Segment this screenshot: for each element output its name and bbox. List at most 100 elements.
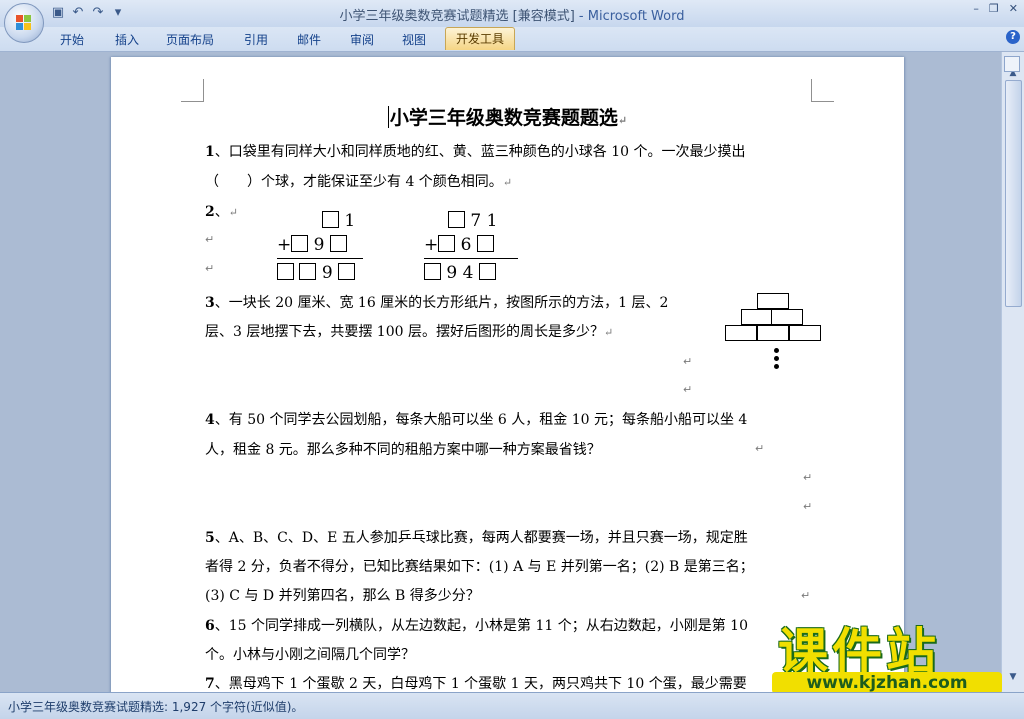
brick: [725, 325, 757, 341]
document-title: 小学三年级奥数竞赛题题选↵: [111, 103, 904, 130]
brick: [771, 309, 803, 325]
ellipsis-dot: [774, 348, 779, 353]
title-bar: ▣ ↶ ↷ ▾ 小学三年级奥数竞赛试题精选 [兼容模式] - Microsoft…: [0, 0, 1024, 27]
paragraph-mark: ↵: [617, 114, 628, 127]
addition-puzzle-2: 7 1 + 6 9 4: [424, 209, 518, 285]
document-name: 小学三年级奥数竞赛试题精选 [兼容模式]: [339, 9, 575, 24]
plus-sign: +: [277, 235, 292, 255]
blank-box: [291, 235, 309, 252]
q5-text3: (3) C 与 D 并列第四名，那么 B 得多少分？: [205, 588, 480, 604]
tab-view[interactable]: 视图: [402, 31, 426, 48]
q6-line2: 个。小林与小刚之间隔几个同学？: [205, 644, 415, 664]
blank-box: [338, 263, 356, 280]
crop-mark-top-left: [181, 79, 204, 102]
paragraph-mark: ↵: [502, 176, 513, 189]
office-logo-icon: [16, 15, 32, 31]
paragraph-mark: ↵: [683, 383, 693, 396]
q1-line2: （ ）个球，才能保证至少有 4 个颜色相同。↵: [205, 171, 512, 191]
app-name: - Microsoft Word: [574, 9, 685, 24]
blank-box: [476, 235, 494, 252]
paragraph-mark: ↵: [803, 500, 813, 513]
status-bar: 小学三年级奥数竞赛试题精选: 1,927 个字符(近似值)。: [0, 692, 1024, 719]
paragraph-mark: ↵: [205, 233, 215, 246]
paragraph-mark: ↵: [683, 355, 693, 368]
blank-box: [322, 211, 339, 228]
q6-line1: 6、15 个同学排成一列横队，从左边数起，小林是第 11 个；从右边数起，小刚是…: [205, 615, 748, 635]
tab-mailings[interactable]: 邮件: [297, 31, 321, 48]
vertical-scrollbar[interactable]: ▲ ▼: [1001, 52, 1024, 692]
view-ruler-icon[interactable]: [1004, 56, 1020, 72]
addition-puzzle-1: 1 + 9 9: [277, 209, 363, 285]
q2-label: 、: [214, 204, 229, 220]
paragraph-mark: ↵: [803, 471, 813, 484]
ellipsis-dot: [774, 356, 779, 361]
blank-box: [424, 263, 441, 280]
brick-pyramid-figure: [725, 293, 825, 378]
sum-line: [424, 258, 518, 259]
blank-box: [448, 211, 465, 228]
crop-mark-top-right: [811, 79, 834, 102]
paragraph-mark: ↵: [755, 442, 765, 455]
tab-review[interactable]: 审阅: [350, 31, 374, 48]
digit: 4: [462, 263, 474, 283]
digit: 9: [313, 235, 325, 255]
blank-box: [277, 263, 294, 280]
q4-number: 4: [205, 412, 215, 428]
q5-text: 、A、B、C、D、E 五人参加乒乓球比赛，每两人都要赛一场，并且只赛一场，规定胜: [214, 530, 748, 546]
scroll-thumb[interactable]: [1005, 80, 1022, 307]
q4-text: 、有 50 个同学去公园划船，每条大船可以坐 6 人，租金 10 元；每条船小船…: [214, 412, 748, 428]
q3-number: 3: [205, 295, 215, 311]
office-button[interactable]: [4, 3, 44, 43]
brick: [757, 293, 789, 309]
brick: [789, 325, 821, 341]
restore-icon[interactable]: ❐: [989, 2, 999, 15]
title-text: 小学三年级奥数竞赛题题选: [389, 107, 618, 129]
digit: 7: [470, 211, 482, 231]
watermark-logo: 课件站 www.kjzhan.com: [772, 612, 1012, 694]
tab-home[interactable]: 开始: [60, 31, 84, 48]
help-icon[interactable]: ?: [1006, 30, 1020, 44]
document-page[interactable]: 小学三年级奥数竞赛题题选↵ 1、口袋里有同样大小和同样质地的红、黄、蓝三种颜色的…: [111, 57, 904, 697]
q6-text2: 个。小林与小刚之间隔几个同学？: [205, 647, 415, 663]
q3-line2: 层、3 层地摆下去，共要摆 100 层。摆好后图形的周长是多少？↵: [205, 321, 613, 341]
q3-text2: 层、3 层地摆下去，共要摆 100 层。摆好后图形的周长是多少？: [205, 324, 604, 340]
window-title: 小学三年级奥数竞赛试题精选 [兼容模式] - Microsoft Word: [0, 5, 1024, 24]
ellipsis-dot: [774, 364, 779, 369]
word-count-status[interactable]: 小学三年级奥数竞赛试题精选: 1,927 个字符(近似值)。: [8, 698, 303, 715]
digit: 1: [486, 211, 498, 231]
q5-line1: 5、A、B、C、D、E 五人参加乒乓球比赛，每两人都要赛一场，并且只赛一场，规定…: [205, 527, 748, 547]
tab-references[interactable]: 引用: [244, 31, 268, 48]
q4-line2: 人，租金 8 元。那么多种不同的租船方案中哪一种方案最省钱？: [205, 439, 601, 459]
watermark-url: www.kjzhan.com: [772, 672, 1002, 694]
q7-line1: 7、黑母鸡下 1 个蛋歇 2 天，白母鸡下 1 个蛋歇 1 天，两只鸡共下 10…: [205, 673, 747, 693]
tab-insert[interactable]: 插入: [115, 31, 139, 48]
q7-text: 、黑母鸡下 1 个蛋歇 2 天，白母鸡下 1 个蛋歇 1 天，两只鸡共下 10 …: [214, 676, 747, 692]
q1-number: 1: [205, 144, 215, 160]
q3-text: 、一块长 20 厘米、宽 16 厘米的长方形纸片，按图所示的方法，1 层、2: [214, 295, 669, 311]
tab-developer[interactable]: 开发工具: [445, 27, 516, 50]
q5-line3: (3) C 与 D 并列第四名，那么 B 得多少分？: [205, 585, 480, 605]
paragraph-mark: ↵: [205, 262, 215, 275]
q6-text: 、15 个同学排成一列横队，从左边数起，小林是第 11 个；从右边数起，小刚是第…: [214, 618, 748, 634]
brick: [741, 309, 773, 325]
sum-line: [277, 258, 363, 259]
digit: 1: [344, 211, 356, 231]
close-icon[interactable]: ✕: [1009, 2, 1018, 15]
ribbon-tabs: 开始 插入 页面布局 引用 邮件 审阅 视图 开发工具: [0, 27, 1024, 52]
window-controls: – ❐ ✕: [973, 2, 1018, 15]
blank-box: [299, 263, 317, 280]
tab-page-layout[interactable]: 页面布局: [166, 31, 214, 48]
q1-line1: 1、口袋里有同样大小和同样质地的红、黄、蓝三种颜色的小球各 10 个。一次最少摸…: [205, 141, 745, 161]
blank-box: [329, 235, 347, 252]
q4-line1: 4、有 50 个同学去公园划船，每条大船可以坐 6 人，租金 10 元；每条船小…: [205, 409, 747, 429]
q1-text: 、口袋里有同样大小和同样质地的红、黄、蓝三种颜色的小球各 10 个。一次最少摸出: [214, 144, 746, 160]
minimize-icon[interactable]: –: [973, 2, 979, 15]
digit: 6: [460, 235, 472, 255]
paragraph-mark: ↵: [228, 206, 238, 219]
digit: 9: [446, 263, 458, 283]
blank-box: [438, 235, 456, 252]
paragraph-mark: ↵: [603, 326, 614, 339]
q2-line: 2、↵: [205, 201, 238, 221]
q6-number: 6: [205, 618, 215, 634]
q5-line2: 者得 2 分，负者不得分，已知比赛结果如下：(1) A 与 E 并列第一名；(2…: [205, 556, 754, 576]
